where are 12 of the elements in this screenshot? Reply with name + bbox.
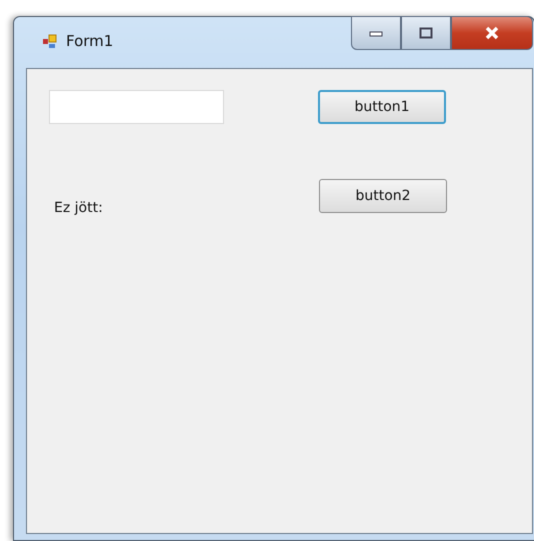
close-button[interactable] bbox=[451, 16, 533, 50]
push-button[interactable]: button2 bbox=[319, 179, 447, 213]
push-button[interactable]: button1 bbox=[318, 90, 446, 124]
text-field[interactable] bbox=[49, 90, 224, 124]
minimize-icon bbox=[369, 29, 383, 37]
maximize-button[interactable] bbox=[401, 16, 451, 50]
app-icon bbox=[42, 34, 58, 50]
window-title: Form1 bbox=[66, 32, 114, 50]
maximize-icon bbox=[419, 27, 433, 39]
minimize-button[interactable] bbox=[351, 16, 401, 50]
close-icon bbox=[484, 26, 500, 40]
result-label: Ez jött: bbox=[54, 200, 104, 216]
